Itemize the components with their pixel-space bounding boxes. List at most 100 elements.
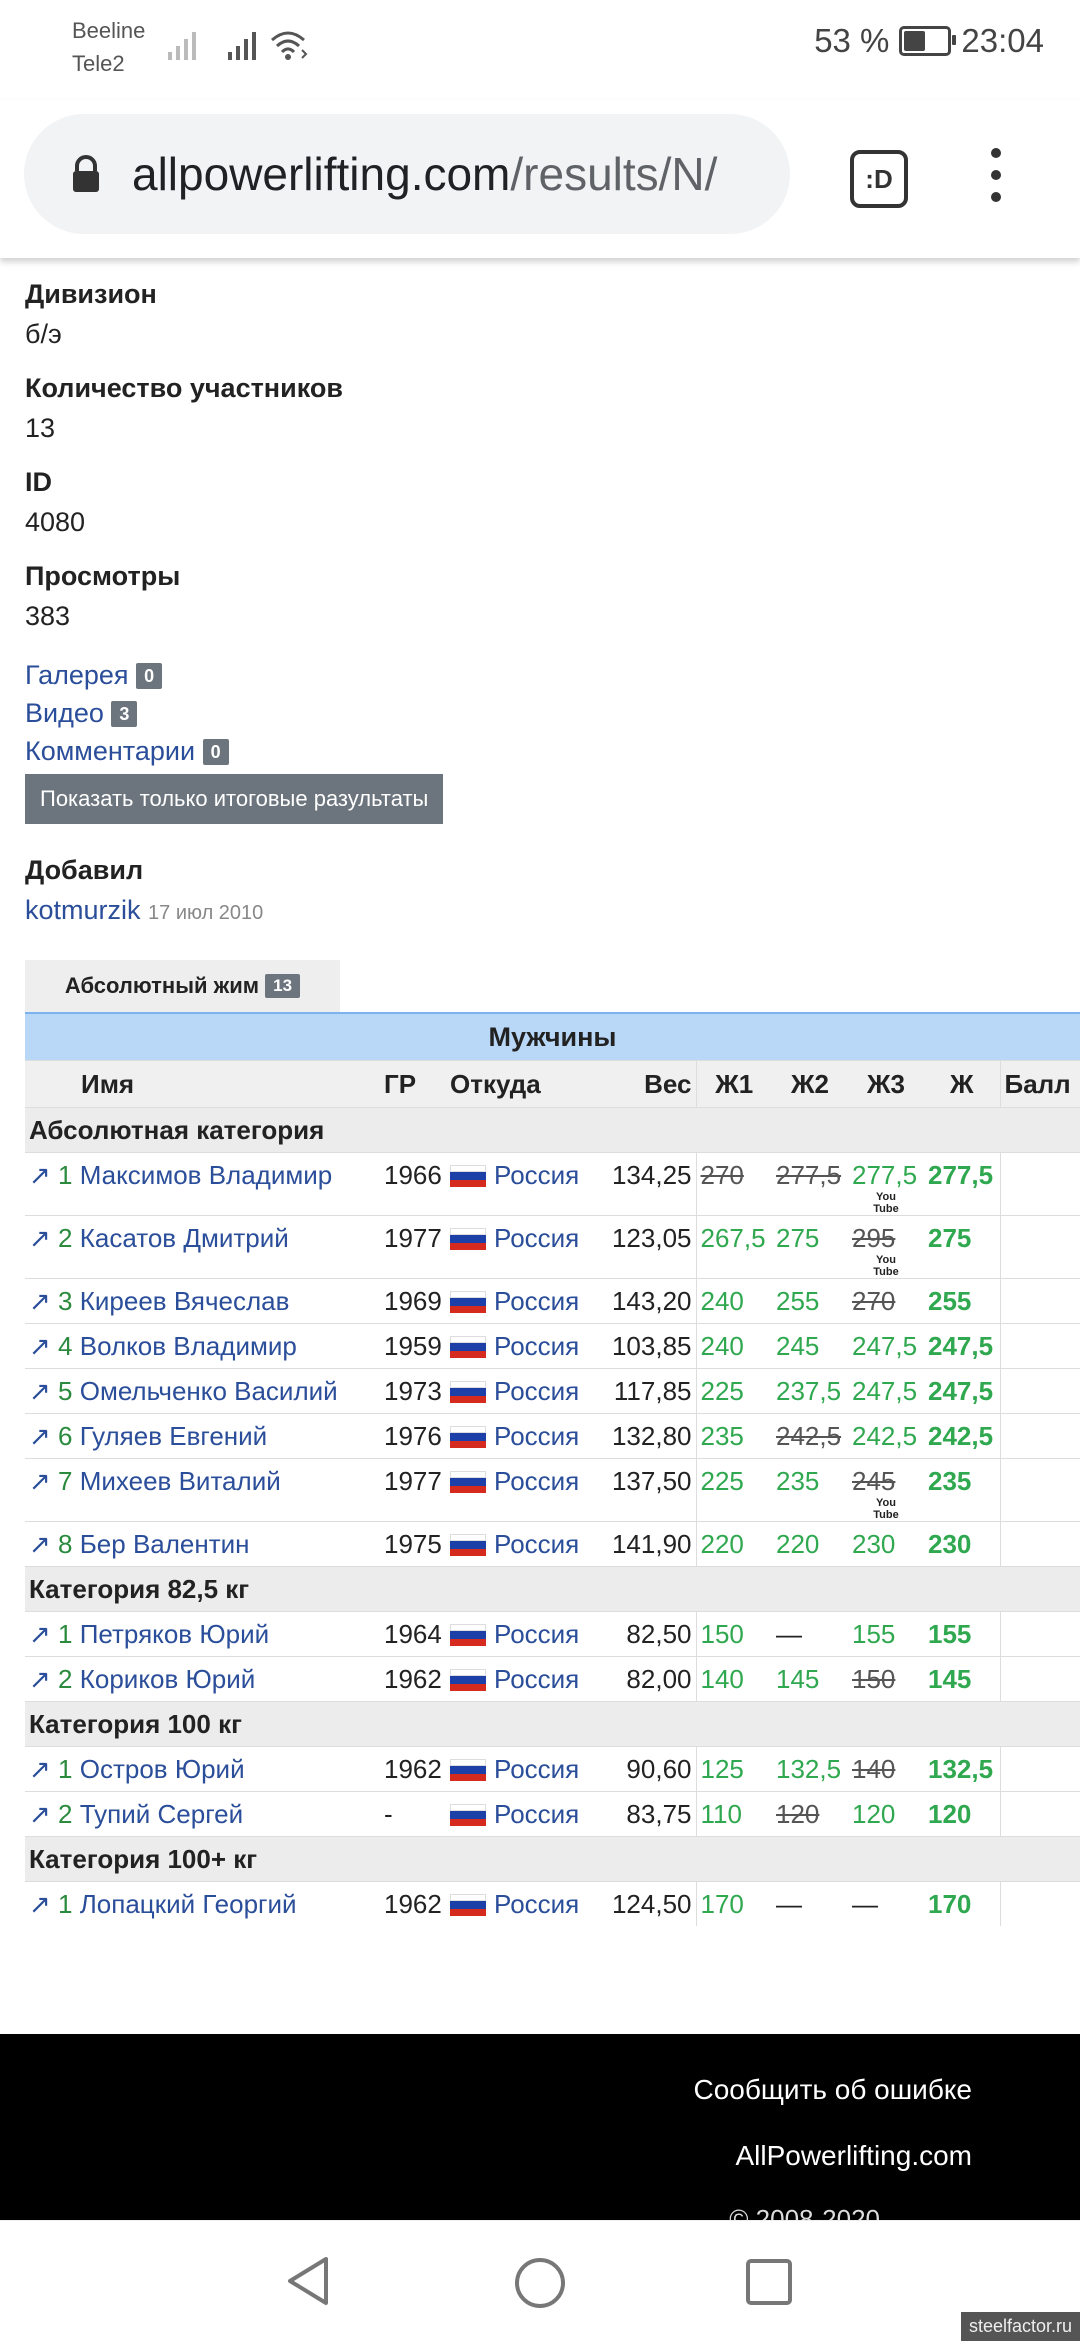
place: 1 bbox=[58, 1889, 73, 1919]
external-link-icon[interactable]: ↗︎ bbox=[29, 1160, 51, 1190]
country-link[interactable]: Россия bbox=[494, 1421, 579, 1451]
attempt-1: 240 bbox=[700, 1331, 744, 1361]
athlete-name-link[interactable]: Тупий Сергей bbox=[80, 1799, 243, 1829]
show-final-results-button[interactable]: Показать только итоговые разультаты bbox=[25, 774, 444, 824]
country-link[interactable]: Россия bbox=[494, 1466, 579, 1496]
video-link[interactable]: Видео bbox=[25, 698, 104, 728]
external-link-icon[interactable]: ↗︎ bbox=[29, 1466, 51, 1496]
country-link[interactable]: Россия bbox=[494, 1331, 579, 1361]
external-link-icon[interactable]: ↗︎ bbox=[29, 1286, 51, 1316]
recents-icon[interactable] bbox=[744, 2257, 796, 2309]
russia-flag-icon bbox=[450, 1336, 486, 1358]
added-by-user-link[interactable]: kotmurzik bbox=[25, 895, 141, 925]
birth-year: 1975 bbox=[384, 1529, 442, 1559]
athlete-cell: ↗︎ 1 Петряков Юрий bbox=[25, 1612, 380, 1657]
country-link[interactable]: Россия bbox=[494, 1160, 579, 1190]
russia-flag-icon bbox=[450, 1228, 486, 1250]
athlete-name-link[interactable]: Остров Юрий bbox=[80, 1754, 245, 1784]
athlete-name-link[interactable]: Михеев Виталий bbox=[80, 1466, 281, 1496]
birth-year: 1966 bbox=[384, 1160, 442, 1190]
place: 4 bbox=[58, 1331, 73, 1361]
status-right: 53 % 23:04 bbox=[814, 22, 1044, 60]
athlete-name-link[interactable]: Омельченко Василий bbox=[80, 1376, 338, 1406]
bodyweight: 123,05 bbox=[611, 1223, 692, 1253]
country-link[interactable]: Россия bbox=[494, 1664, 579, 1694]
external-link-icon[interactable]: ↗︎ bbox=[29, 1223, 51, 1253]
youtube-icon[interactable]: You Tube bbox=[852, 1497, 920, 1521]
total: 132,5 bbox=[928, 1754, 994, 1784]
attempt-3: 150 bbox=[852, 1664, 896, 1694]
russia-flag-icon bbox=[450, 1804, 486, 1826]
footer-site-link[interactable]: AllPowerlifting.com bbox=[735, 2140, 972, 2172]
report-error-link[interactable]: Сообщить об ошибке bbox=[693, 2074, 972, 2106]
athlete-name-link[interactable]: Бер Валентин bbox=[80, 1529, 250, 1559]
external-link-icon[interactable]: ↗︎ bbox=[29, 1799, 51, 1829]
table-row: ↗︎ 1 Максимов Владимир 1966 Россия 134,25 27… bbox=[25, 1152, 1080, 1216]
bodyweight: 90,60 bbox=[626, 1754, 692, 1784]
athlete-name-link[interactable]: Гуляев Евгений bbox=[80, 1421, 267, 1451]
place: 7 bbox=[58, 1466, 73, 1496]
country-cell: Россия bbox=[446, 1279, 606, 1324]
attempt-1: 225 bbox=[700, 1466, 744, 1496]
browser-menu-icon[interactable] bbox=[986, 148, 1006, 208]
external-link-icon[interactable]: ↗︎ bbox=[29, 1889, 51, 1919]
country-link[interactable]: Россия bbox=[494, 1529, 579, 1559]
athlete-name-link[interactable]: Максимов Владимир bbox=[80, 1160, 333, 1190]
table-row: ↗︎ 8 Бер Валентин 1975 Россия 141,90 220 220 2… bbox=[25, 1521, 1080, 1567]
country-link[interactable]: Россия bbox=[494, 1889, 579, 1919]
athlete-cell: ↗︎ 1 Максимов Владимир bbox=[25, 1153, 380, 1216]
external-link-icon[interactable]: ↗︎ bbox=[29, 1421, 51, 1451]
attempt-1: 150 bbox=[700, 1619, 744, 1649]
athlete-name-link[interactable]: Касатов Дмитрий bbox=[80, 1223, 289, 1253]
back-icon[interactable] bbox=[282, 2255, 334, 2307]
athlete-name-link[interactable]: Киреев Вячеслав bbox=[80, 1286, 290, 1316]
external-link-icon[interactable]: ↗︎ bbox=[29, 1529, 51, 1559]
youtube-icon[interactable]: You Tube bbox=[852, 1191, 920, 1215]
country-link[interactable]: Россия bbox=[494, 1286, 579, 1316]
attempt-3: 155 bbox=[852, 1619, 896, 1649]
russia-flag-icon bbox=[450, 1894, 486, 1916]
country-link[interactable]: Россия bbox=[494, 1223, 579, 1253]
category-row: Категория 82,5 кг bbox=[25, 1566, 1080, 1612]
country-link[interactable]: Россия bbox=[494, 1376, 579, 1406]
athlete-cell: ↗︎ 7 Михеев Виталий bbox=[25, 1459, 380, 1522]
attempt-1: 267,5 bbox=[700, 1223, 766, 1253]
athlete-name-link[interactable]: Волков Владимир bbox=[80, 1331, 297, 1361]
external-link-icon[interactable]: ↗︎ bbox=[29, 1376, 51, 1406]
attempt-1: 270 bbox=[700, 1160, 744, 1190]
category-title: Категория 100+ кг bbox=[25, 1836, 1080, 1882]
athlete-name-link[interactable]: Лопацкий Георгий bbox=[80, 1889, 297, 1919]
country-cell: Россия bbox=[446, 1612, 606, 1657]
address-bar[interactable]: allpowerlifting.com/results/N/ bbox=[24, 114, 790, 234]
russia-flag-icon bbox=[450, 1426, 486, 1448]
external-link-icon[interactable]: ↗︎ bbox=[29, 1754, 51, 1784]
birth-year: 1959 bbox=[384, 1331, 442, 1361]
total: 277,5 bbox=[928, 1160, 994, 1190]
country-link[interactable]: Россия bbox=[494, 1754, 579, 1784]
country-link[interactable]: Россия bbox=[494, 1799, 579, 1829]
tab-absolute-bench[interactable]: Абсолютный жим 13 bbox=[25, 960, 340, 1012]
col-attempt-2: Ж2 bbox=[772, 1060, 848, 1108]
home-icon[interactable] bbox=[512, 2255, 568, 2311]
athlete-name-link[interactable]: Петряков Юрий bbox=[80, 1619, 269, 1649]
bodyweight: 82,00 bbox=[626, 1664, 692, 1694]
external-link-icon[interactable]: ↗︎ bbox=[29, 1664, 51, 1694]
url-text[interactable]: allpowerlifting.com/results/N/ bbox=[132, 142, 772, 206]
country-link[interactable]: Россия bbox=[494, 1619, 579, 1649]
carrier-1: Beeline bbox=[72, 18, 146, 43]
place: 5 bbox=[58, 1376, 73, 1406]
col-points: Балл bbox=[999, 1060, 1080, 1108]
gallery-link[interactable]: Галерея bbox=[25, 660, 129, 690]
youtube-icon[interactable]: You Tube bbox=[852, 1254, 920, 1278]
tab-switcher-button[interactable]: :D bbox=[850, 150, 908, 208]
athlete-name-link[interactable]: Кориков Юрий bbox=[80, 1664, 256, 1694]
points bbox=[999, 1458, 1080, 1522]
comments-link[interactable]: Комментарии bbox=[25, 736, 195, 766]
bodyweight: 82,50 bbox=[626, 1619, 692, 1649]
russia-flag-icon bbox=[450, 1759, 486, 1781]
points bbox=[999, 1278, 1080, 1324]
external-link-icon[interactable]: ↗︎ bbox=[29, 1619, 51, 1649]
total: 247,5 bbox=[928, 1376, 994, 1406]
external-link-icon[interactable]: ↗︎ bbox=[29, 1331, 51, 1361]
bodyweight: 83,75 bbox=[626, 1799, 692, 1829]
